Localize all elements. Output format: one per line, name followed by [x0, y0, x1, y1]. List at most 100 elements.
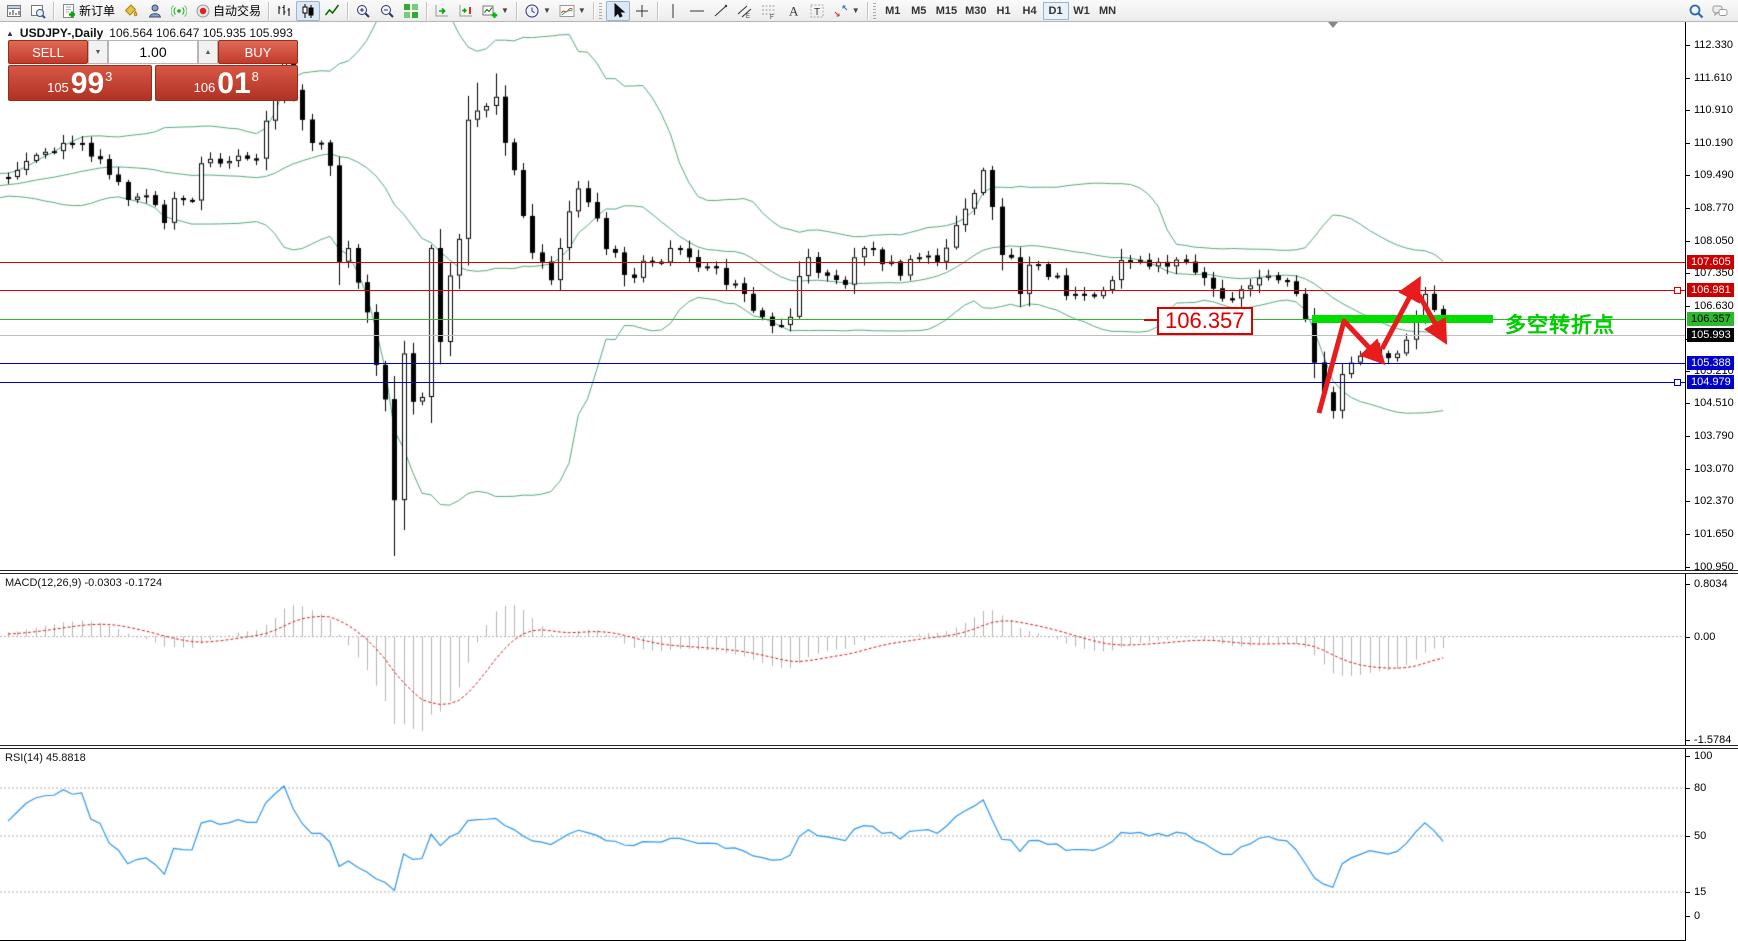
line-drag-handle[interactable]: [1674, 287, 1681, 294]
pane-splitter-rsi[interactable]: [0, 745, 1738, 749]
pane-splitter-macd[interactable]: [0, 570, 1738, 574]
timeframe-w1-button[interactable]: W1: [1069, 2, 1095, 20]
sell-price-button[interactable]: 105 99 3: [8, 65, 152, 101]
buy-button[interactable]: BUY: [218, 40, 298, 64]
rsi-tick[interactable]: [1686, 756, 1690, 757]
price-tick[interactable]: [1686, 175, 1690, 176]
cursor-button[interactable]: [606, 1, 630, 21]
price-axis-label[interactable]: 104.510: [1694, 397, 1738, 409]
price-level-badge[interactable]: 106.981: [1687, 283, 1734, 297]
macd-axis-label[interactable]: 0.8034: [1694, 578, 1738, 590]
zoom-out-button[interactable]: [375, 1, 399, 21]
rsi-axis-label[interactable]: 15: [1694, 886, 1738, 898]
bars-chart-button[interactable]: [272, 1, 296, 21]
new-chart-button[interactable]: ▼: [478, 1, 513, 21]
price-tick[interactable]: [1686, 469, 1690, 470]
price-axis-label[interactable]: 102.370: [1694, 495, 1738, 507]
timeframe-m15-button[interactable]: M15: [932, 2, 961, 20]
buy-price-button[interactable]: 106 01 8: [155, 65, 299, 101]
rsi-tick[interactable]: [1686, 892, 1690, 893]
chevron-down-icon[interactable]: ▼: [543, 6, 551, 15]
price-axis-label[interactable]: 108.050: [1694, 235, 1738, 247]
horizontal-level-line[interactable]: [0, 363, 1685, 364]
volume-input[interactable]: [108, 40, 198, 64]
price-axis-label[interactable]: 103.790: [1694, 430, 1738, 442]
candlestick-chart-button[interactable]: [296, 1, 320, 21]
text-button[interactable]: A: [781, 1, 805, 21]
new-order-button[interactable]: 新订单: [57, 1, 119, 21]
chart-shift-marker[interactable]: [1328, 22, 1338, 28]
chevron-down-icon[interactable]: ▼: [578, 6, 586, 15]
horizontal-level-line[interactable]: [0, 290, 1685, 291]
volume-decrease-button[interactable]: ▼: [88, 40, 108, 64]
timeframe-m30-button[interactable]: M30: [961, 2, 990, 20]
rsi-tick[interactable]: [1686, 916, 1690, 917]
price-chart-canvas[interactable]: [0, 22, 1738, 941]
price-axis-label[interactable]: 109.490: [1694, 169, 1738, 181]
chat-icon[interactable]: [1712, 3, 1728, 19]
collapse-panel-icon[interactable]: ▲: [6, 29, 14, 38]
horizontal-line-button[interactable]: [685, 1, 709, 21]
horizontal-level-line[interactable]: [0, 262, 1685, 263]
styles-bucket-button[interactable]: [119, 1, 143, 21]
timeframe-m5-button[interactable]: M5: [906, 2, 932, 20]
rsi-axis-label[interactable]: 50: [1694, 830, 1738, 842]
timeframe-h4-button[interactable]: H4: [1017, 2, 1043, 20]
timeframe-mn-button[interactable]: MN: [1095, 2, 1121, 20]
price-tick[interactable]: [1686, 241, 1690, 242]
timeframe-m1-button[interactable]: M1: [880, 2, 906, 20]
price-axis-label[interactable]: 108.770: [1694, 202, 1738, 214]
macd-tick[interactable]: [1686, 637, 1690, 638]
vertical-line-button[interactable]: [661, 1, 685, 21]
volume-increase-button[interactable]: ▲: [198, 40, 218, 64]
tile-windows-button[interactable]: [399, 1, 423, 21]
toolbar-drag-handle[interactable]: [873, 3, 876, 19]
rsi-tick[interactable]: [1686, 788, 1690, 789]
timeframe-d1-button[interactable]: D1: [1043, 2, 1069, 20]
price-callout-label[interactable]: 106.357: [1157, 307, 1253, 335]
price-level-badge[interactable]: 105.993: [1687, 328, 1734, 342]
price-level-badge[interactable]: 107.605: [1687, 255, 1734, 269]
community-profile-button[interactable]: [143, 1, 167, 21]
turning-point-annotation[interactable]: 多空转折点: [1505, 309, 1615, 339]
charts-window-button[interactable]: [2, 1, 26, 21]
autotrade-button[interactable]: 自动交易: [191, 1, 265, 21]
chevron-down-icon[interactable]: ▼: [852, 6, 860, 15]
price-tick[interactable]: [1686, 567, 1690, 568]
macd-tick[interactable]: [1686, 584, 1690, 585]
toolbar-drag-handle[interactable]: [599, 3, 602, 19]
crosshair-button[interactable]: [630, 1, 654, 21]
price-tick[interactable]: [1686, 78, 1690, 79]
price-tick[interactable]: [1686, 273, 1690, 274]
timeframe-h1-button[interactable]: H1: [991, 2, 1017, 20]
indicators-button[interactable]: ▼: [555, 1, 590, 21]
price-axis-label[interactable]: 106.630: [1694, 300, 1738, 312]
sell-button[interactable]: SELL: [8, 40, 88, 64]
zoom-in-button[interactable]: [351, 1, 375, 21]
price-tick[interactable]: [1686, 403, 1690, 404]
line-drag-handle[interactable]: [1674, 379, 1681, 386]
price-tick[interactable]: [1686, 306, 1690, 307]
price-axis-label[interactable]: 103.070: [1694, 463, 1738, 475]
data-window-button[interactable]: [26, 1, 50, 21]
price-tick[interactable]: [1686, 143, 1690, 144]
price-tick[interactable]: [1686, 45, 1690, 46]
price-axis-label[interactable]: 110.910: [1694, 104, 1738, 116]
chart-region[interactable]: ▲ USDJPY-,Daily 106.564 106.647 105.935 …: [0, 22, 1738, 941]
text-label-button[interactable]: T: [805, 1, 829, 21]
signals-button[interactable]: [167, 1, 191, 21]
search-icon[interactable]: [1688, 3, 1704, 19]
price-axis-label[interactable]: 112.330: [1694, 39, 1738, 51]
arrows-button[interactable]: ▼: [829, 1, 864, 21]
trendline-button[interactable]: [709, 1, 733, 21]
price-tick[interactable]: [1686, 534, 1690, 535]
macd-axis-label[interactable]: 0.00: [1694, 631, 1738, 643]
line-chart-button[interactable]: [320, 1, 344, 21]
rsi-axis-label[interactable]: 0: [1694, 910, 1738, 922]
price-tick[interactable]: [1686, 501, 1690, 502]
chart-shift-button[interactable]: [454, 1, 478, 21]
rsi-axis-label[interactable]: 80: [1694, 782, 1738, 794]
macd-tick[interactable]: [1686, 740, 1690, 741]
price-tick[interactable]: [1686, 436, 1690, 437]
periods-button[interactable]: ▼: [520, 1, 555, 21]
